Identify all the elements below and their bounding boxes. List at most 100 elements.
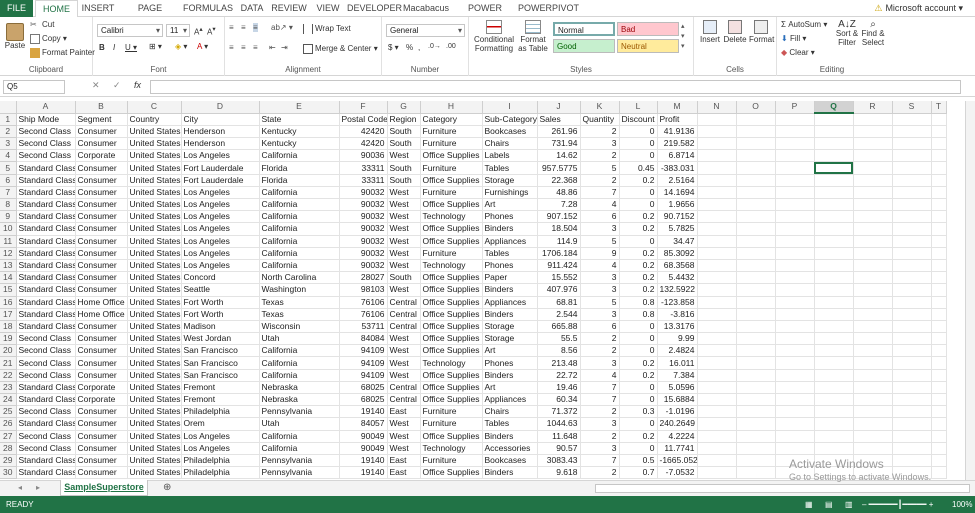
cell[interactable]: United States — [127, 259, 182, 273]
cell[interactable] — [853, 271, 893, 285]
cell[interactable]: California — [259, 198, 340, 212]
row-header[interactable]: 5 — [0, 161, 17, 175]
cell[interactable]: Art — [482, 198, 538, 212]
cell[interactable] — [931, 320, 947, 334]
cell[interactable] — [775, 296, 815, 309]
cell[interactable]: Los Angeles — [181, 442, 260, 455]
cell[interactable]: Furniture — [420, 405, 483, 419]
cell[interactable] — [697, 466, 737, 480]
cell[interactable] — [697, 344, 737, 358]
cell[interactable]: Office Supplies — [420, 308, 483, 321]
column-header-r[interactable]: R — [853, 101, 893, 114]
cell[interactable] — [736, 186, 776, 200]
style-bad[interactable]: Bad — [617, 22, 679, 36]
cell[interactable]: 15.552 — [537, 271, 581, 285]
cell[interactable]: Office Supplies — [420, 174, 483, 187]
cell[interactable]: Standard Class — [16, 247, 76, 260]
cell[interactable] — [892, 174, 932, 187]
cell[interactable]: 0 — [619, 417, 658, 431]
cell[interactable] — [814, 332, 854, 346]
cell[interactable]: Seattle — [181, 283, 260, 297]
cell[interactable] — [697, 125, 737, 139]
cell[interactable]: Consumer — [75, 137, 128, 151]
cell[interactable]: Office Supplies — [420, 466, 483, 480]
cell[interactable] — [892, 417, 932, 431]
cell[interactable]: 41.9136 — [657, 125, 698, 139]
cell[interactable]: Standard Class — [16, 210, 76, 224]
font-name-select[interactable]: Calibri — [97, 24, 163, 37]
cell[interactable]: Standard Class — [16, 393, 76, 407]
merge-center-button[interactable]: Merge & Center ▾ — [303, 44, 378, 54]
cell[interactable]: 0 — [619, 149, 658, 163]
row-header[interactable]: 3 — [0, 137, 17, 151]
cell[interactable]: Madison — [181, 320, 260, 334]
conditional-formatting-button[interactable]: Conditional Formatting — [473, 20, 515, 53]
cell[interactable] — [853, 320, 893, 334]
cell[interactable]: Consumer — [75, 222, 128, 236]
cell[interactable]: 48.86 — [537, 186, 581, 200]
cell[interactable]: 94109 — [339, 369, 388, 382]
cell[interactable] — [736, 308, 776, 321]
cell[interactable] — [853, 174, 893, 187]
cell[interactable]: Phones — [482, 259, 538, 273]
cell[interactable] — [736, 149, 776, 163]
borders-icon[interactable]: ⊞ ▾ — [149, 42, 162, 51]
cell[interactable]: 16.011 — [657, 356, 698, 370]
bottom-align-icon[interactable]: ≡ — [253, 23, 258, 32]
cell[interactable]: 90049 — [339, 442, 388, 455]
cell[interactable] — [736, 296, 776, 309]
cell[interactable]: Fort Worth — [181, 308, 260, 321]
cell[interactable]: 0.2 — [619, 247, 658, 260]
cell[interactable] — [814, 186, 854, 200]
cell[interactable]: 94109 — [339, 356, 388, 370]
row-header[interactable]: 23 — [0, 381, 17, 395]
cell[interactable]: 2.544 — [537, 308, 581, 321]
cell[interactable]: Consumer — [75, 186, 128, 200]
tab-insert[interactable]: INSERT — [78, 0, 118, 17]
cell[interactable]: California — [259, 222, 340, 236]
cell[interactable]: Segment — [75, 113, 128, 126]
cell[interactable] — [814, 283, 854, 297]
cell[interactable]: Consumer — [75, 198, 128, 212]
cell[interactable] — [892, 198, 932, 212]
cell[interactable]: 5 — [580, 296, 620, 309]
cell[interactable] — [697, 235, 737, 248]
cell[interactable]: Consumer — [75, 161, 128, 175]
cell[interactable]: Utah — [259, 332, 340, 346]
align-center-icon[interactable]: ≡ — [241, 43, 246, 52]
cell[interactable] — [892, 283, 932, 297]
format-painter-button[interactable]: Format Painter — [30, 48, 95, 58]
cell[interactable] — [814, 356, 854, 370]
cell[interactable]: 2 — [580, 174, 620, 187]
row-header[interactable]: 6 — [0, 174, 17, 187]
cell[interactable]: 3 — [580, 356, 620, 370]
cell[interactable]: 7.384 — [657, 369, 698, 382]
cell[interactable]: West Jordan — [181, 332, 260, 346]
cell[interactable] — [814, 344, 854, 358]
row-header[interactable]: 26 — [0, 417, 17, 431]
fx-icon[interactable]: fx — [134, 80, 141, 90]
cell[interactable]: 2 — [580, 466, 620, 480]
tab-macabacus[interactable]: Macabacus — [400, 0, 452, 17]
next-sheet-icon[interactable]: ▸ — [36, 483, 40, 492]
cell[interactable] — [853, 113, 893, 126]
cell[interactable]: Pennsylvania — [259, 466, 340, 480]
find-select-button[interactable]: ⌕ Find & Select — [861, 20, 885, 48]
tab-review[interactable]: REVIEW — [270, 0, 308, 17]
cell[interactable]: 90049 — [339, 430, 388, 443]
cell[interactable]: United States — [127, 198, 182, 212]
cell[interactable]: Office Supplies — [420, 430, 483, 443]
cell[interactable] — [697, 454, 737, 468]
cell[interactable]: 3 — [580, 417, 620, 431]
cell[interactable]: Furniture — [420, 161, 483, 175]
cell[interactable] — [853, 125, 893, 139]
row-header[interactable]: 1 — [0, 113, 17, 126]
cell[interactable]: California — [259, 356, 340, 370]
cell[interactable]: 0.3 — [619, 405, 658, 419]
row-header[interactable]: 17 — [0, 308, 17, 321]
cell[interactable]: Orem — [181, 417, 260, 431]
cell[interactable] — [775, 235, 815, 248]
row-header[interactable]: 7 — [0, 186, 17, 200]
cell[interactable] — [697, 356, 737, 370]
column-header-l[interactable]: L — [619, 101, 658, 114]
